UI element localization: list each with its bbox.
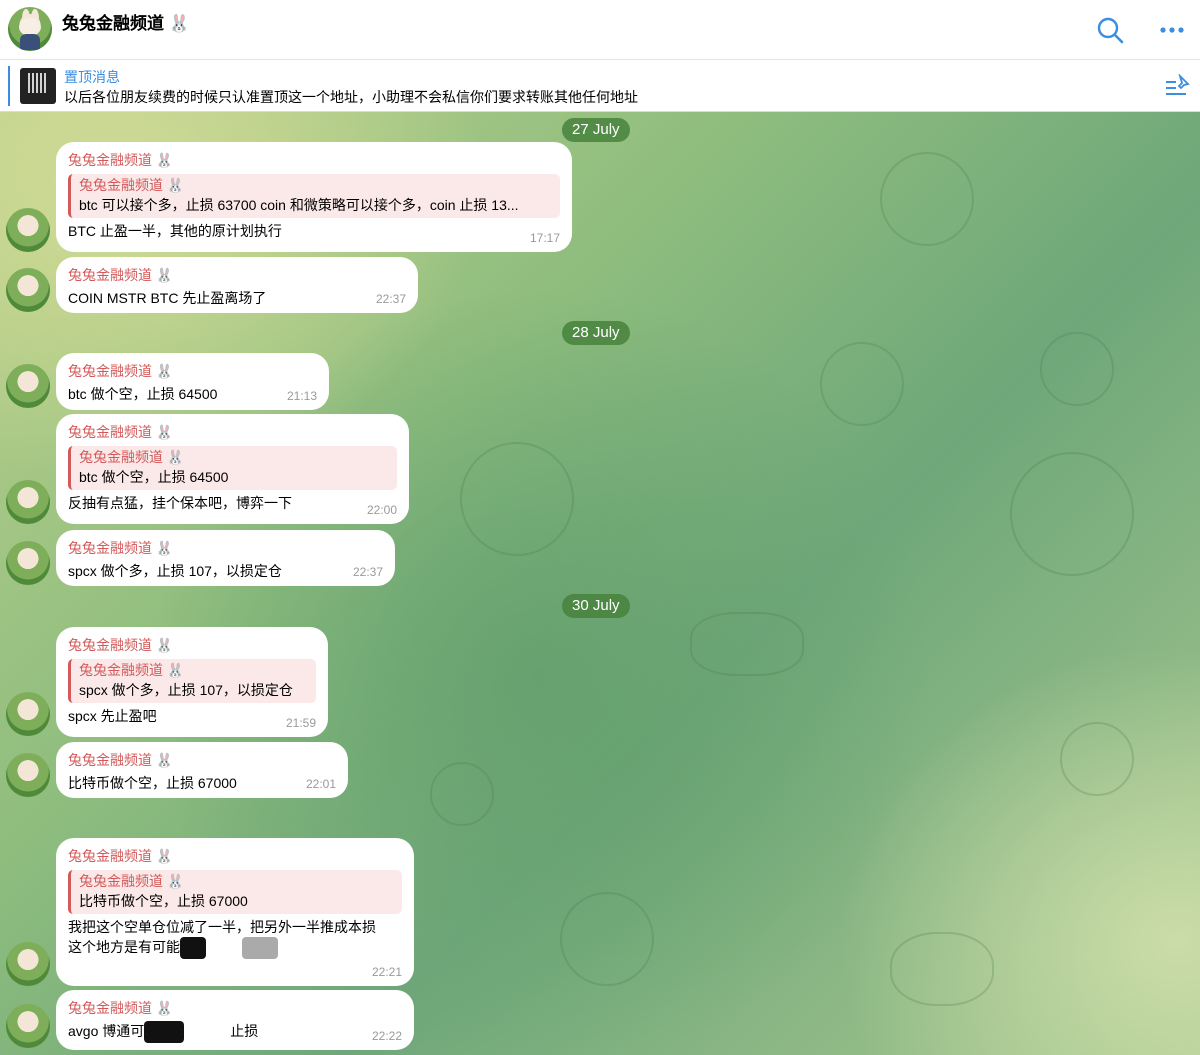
message-text: COIN MSTR BTC 先止盈离场了 xyxy=(68,290,267,306)
sender-avatar[interactable] xyxy=(6,1004,50,1048)
channel-title[interactable]: 兔兔金融频道 🐰 xyxy=(62,9,190,34)
sender-name: 兔兔金融频道 🐰 xyxy=(68,363,174,379)
date-separator: 27 July xyxy=(562,118,630,142)
sender-avatar[interactable] xyxy=(6,942,50,986)
sender-avatar[interactable] xyxy=(6,480,50,524)
message-text: btc 做个空，止损 64500 xyxy=(68,386,218,402)
chat-area: 27 July 28 July 30 July 兔兔金融频道 🐰 兔兔金融频道 … xyxy=(0,112,1200,1055)
sender-name: 兔兔金融频道 🐰 xyxy=(68,540,174,556)
reply-quote[interactable]: 兔兔金融频道 🐰 btc 可以接个多，止损 63700 coin 和微策略可以接… xyxy=(68,174,560,218)
date-separator: 28 July xyxy=(562,321,630,345)
redacted-block xyxy=(144,1021,185,1044)
reply-text: btc 可以接个多，止损 63700 coin 和微策略可以接个多，coin 止… xyxy=(79,197,519,213)
reply-text: spcx 做个多，止损 107，以损定仓 xyxy=(79,682,293,698)
message-time: 22:22 xyxy=(371,1029,402,1043)
message-time: 21:13 xyxy=(286,389,317,403)
sender-name: 兔兔金融频道 🐰 xyxy=(68,848,174,864)
sender-name: 兔兔金融频道 🐰 xyxy=(68,267,174,283)
message-text: 我把这个空单仓位减了一半，把另外一半推成本损 xyxy=(68,919,376,935)
pinned-message-bar[interactable]: 置顶消息 以后各位朋友续费的时候只认准置顶这一个地址，小助理不会私信你们要求转账… xyxy=(0,60,1200,112)
more-options-icon[interactable] xyxy=(1156,14,1188,46)
sender-avatar[interactable] xyxy=(6,541,50,585)
message-text: spcx 做个多，止损 107，以损定仓 xyxy=(68,563,282,579)
reply-quote[interactable]: 兔兔金融频道 🐰 spcx 做个多，止损 107，以损定仓 xyxy=(68,659,316,703)
message-text-line2: 这个地方是有可能 xyxy=(68,937,402,960)
message-bubble[interactable]: 兔兔金融频道 🐰 btc 做个空，止损 64500 21:13 xyxy=(56,353,329,410)
message-text: 比特币做个空，止损 67000 xyxy=(68,775,237,791)
qr-code-thumbnail xyxy=(20,68,56,104)
sender-name: 兔兔金融频道 🐰 xyxy=(68,424,174,440)
message-text: spcx 先止盈吧 xyxy=(68,708,157,724)
message-time: 22:21 xyxy=(371,965,402,979)
sender-avatar[interactable] xyxy=(6,364,50,408)
reply-sender: 兔兔金融频道 🐰 xyxy=(79,177,185,193)
redacted-block xyxy=(180,937,206,960)
sender-name: 兔兔金融频道 🐰 xyxy=(68,152,174,168)
message-time: 22:00 xyxy=(366,503,397,517)
sender-avatar[interactable] xyxy=(6,692,50,736)
date-separator: 30 July xyxy=(562,594,630,618)
sender-name: 兔兔金融频道 🐰 xyxy=(68,752,174,768)
message-text: avgo 博通可 止损 xyxy=(68,1021,402,1044)
sender-name: 兔兔金融频道 🐰 xyxy=(68,1000,174,1016)
message-bubble[interactable]: 兔兔金融频道 🐰 avgo 博通可 止损 22:22 xyxy=(56,990,414,1050)
message-bubble[interactable]: 兔兔金融频道 🐰 兔兔金融频道 🐰 btc 可以接个多，止损 63700 coi… xyxy=(56,142,572,252)
message-bubble[interactable]: 兔兔金融频道 🐰 COIN MSTR BTC 先止盈离场了 22:37 xyxy=(56,257,418,313)
reply-text: 比特币做个空，止损 67000 xyxy=(79,893,248,909)
message-time: 21:59 xyxy=(285,716,316,730)
pinned-list-icon[interactable] xyxy=(1164,74,1190,98)
pinned-text: 以后各位朋友续费的时候只认准置顶这一个地址，小助理不会私信你们要求转账其他任何地… xyxy=(64,89,638,105)
message-text-fragment: avgo 博通可 xyxy=(68,1023,145,1039)
message-time: 22:37 xyxy=(375,292,406,306)
message-bubble[interactable]: 兔兔金融频道 🐰 兔兔金融频道 🐰 btc 做个空，止损 64500 反抽有点猛… xyxy=(56,414,409,524)
reply-quote[interactable]: 兔兔金融频道 🐰 btc 做个空，止损 64500 xyxy=(68,446,397,490)
reply-sender: 兔兔金融频道 🐰 xyxy=(79,449,185,465)
message-bubble[interactable]: 兔兔金融频道 🐰 spcx 做个多，止损 107，以损定仓 22:37 xyxy=(56,530,395,586)
chat-header: 兔兔金融频道 🐰 xyxy=(0,0,1200,60)
sender-name: 兔兔金融频道 🐰 xyxy=(68,637,174,653)
message-text-fragment: 这个地方是有可能 xyxy=(68,939,180,955)
reply-sender: 兔兔金融频道 🐰 xyxy=(79,662,185,678)
message-time: 22:37 xyxy=(352,565,383,579)
reply-sender: 兔兔金融频道 🐰 xyxy=(79,873,185,889)
sender-avatar[interactable] xyxy=(6,753,50,797)
pinned-indicator xyxy=(8,66,10,106)
message-text: BTC 止盈一半，其他的原计划执行 xyxy=(68,223,282,239)
message-text-fragment: 止损 xyxy=(230,1023,259,1039)
reply-text: btc 做个空，止损 64500 xyxy=(79,469,229,485)
search-icon[interactable] xyxy=(1094,14,1126,46)
message-time: 22:01 xyxy=(305,777,336,791)
redacted-block xyxy=(242,937,278,960)
message-text: 反抽有点猛，挂个保本吧，博弈一下 xyxy=(68,495,292,511)
message-time: 17:17 xyxy=(529,231,560,245)
message-bubble[interactable]: 兔兔金融频道 🐰 兔兔金融频道 🐰 spcx 做个多，止损 107，以损定仓 s… xyxy=(56,627,328,737)
sender-avatar[interactable] xyxy=(6,268,50,312)
channel-avatar[interactable] xyxy=(8,7,52,51)
message-bubble[interactable]: 兔兔金融频道 🐰 比特币做个空，止损 67000 22:01 xyxy=(56,742,348,798)
message-bubble[interactable]: 兔兔金融频道 🐰 兔兔金融频道 🐰 比特币做个空，止损 67000 我把这个空单… xyxy=(56,838,414,986)
reply-quote[interactable]: 兔兔金融频道 🐰 比特币做个空，止损 67000 xyxy=(68,870,402,914)
sender-avatar[interactable] xyxy=(6,208,50,252)
pinned-label: 置顶消息 xyxy=(64,69,120,85)
